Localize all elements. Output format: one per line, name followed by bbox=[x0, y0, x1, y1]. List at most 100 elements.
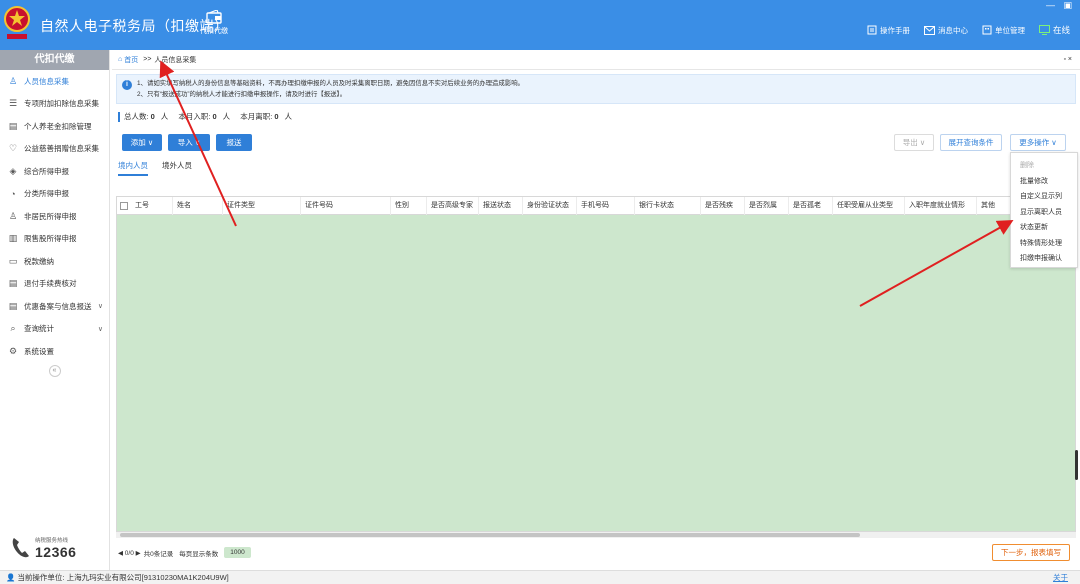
page-size-select[interactable]: 1000 bbox=[224, 547, 251, 558]
window-controls: — ▣ bbox=[1040, 0, 1072, 11]
list-icon: ☰ bbox=[8, 98, 18, 109]
column-header[interactable]: 报送状态 bbox=[479, 196, 523, 215]
column-header[interactable]: 手机号码 bbox=[577, 196, 635, 215]
chevron-down-icon: ∨ bbox=[194, 138, 201, 147]
chevron-down-icon: ∨ bbox=[1051, 138, 1057, 147]
wallet-icon bbox=[206, 10, 222, 24]
online-status[interactable]: 在线 bbox=[1038, 24, 1070, 36]
layers-icon: ◈ bbox=[9, 165, 17, 176]
chevron-down-icon: ∨ bbox=[97, 303, 103, 311]
sidebar-item[interactable]: ▥ 限售股所得申报 bbox=[0, 228, 109, 251]
sidebar-item[interactable]: ☰ 专项附加扣除信息采集 bbox=[0, 93, 109, 116]
table-header: 工号 姓名 证件类型 证件号码 性别 是否高级专家 报送状态 身份验证状态 手机号码 银行卡状态是… bbox=[117, 196, 1075, 215]
sidebar-item[interactable]: ♡ 公益慈善捐赠信息采集 bbox=[0, 138, 109, 161]
column-header[interactable]: 入职年度就业情形 bbox=[905, 196, 977, 215]
menu-item[interactable]: 删除 bbox=[1011, 158, 1077, 174]
sidebar-item[interactable]: ◈ 综合所得申报 bbox=[0, 160, 109, 183]
notice-box: i 1、请如实填写纳税人的身份信息等基础资料，不再办理扣缴申报的人员及时采集离职… bbox=[116, 74, 1076, 104]
more-actions-button[interactable]: 更多操作 ∨ bbox=[1010, 134, 1066, 151]
column-header[interactable]: 证件类型 bbox=[223, 196, 301, 215]
menu-item[interactable]: 扣缴申报确认 bbox=[1011, 251, 1077, 267]
chevron-down-icon: ∨ bbox=[147, 138, 154, 147]
menu-item[interactable]: 特殊情形处理 bbox=[1011, 236, 1077, 252]
pager-nav[interactable]: ◀ 0/0 ▶ bbox=[118, 549, 141, 557]
sidebar-item[interactable]: ▤ 优惠备案与信息报送 ∨ bbox=[0, 295, 109, 318]
sidebar-item[interactable]: ▭ 税款缴纳 bbox=[0, 250, 109, 273]
column-header[interactable]: 姓名 bbox=[173, 196, 223, 215]
chevron-down-icon: ∨ bbox=[97, 325, 103, 333]
sidebar-item-label: 人员信息采集 bbox=[24, 76, 69, 86]
column-header[interactable]: 银行卡状态 bbox=[635, 196, 701, 215]
person-tabs: 境内人员 境外人员 bbox=[118, 160, 206, 176]
user-icon: 👤 bbox=[6, 573, 16, 582]
horizontal-scrollbar[interactable] bbox=[116, 532, 1076, 538]
sidebar-item-label: 退付手续费核对 bbox=[24, 279, 77, 289]
expand-query-button[interactable]: 展开查询条件 bbox=[940, 134, 1002, 151]
sidebar-item[interactable]: ▤ 个人养老金扣除管理 bbox=[0, 115, 109, 138]
add-button[interactable]: 添加 ∨ bbox=[122, 134, 162, 151]
column-header[interactable]: 任职受雇从业类型 bbox=[833, 196, 905, 215]
total-count: 0 bbox=[150, 112, 155, 121]
hotline: 纳税服务热线 12366 bbox=[10, 536, 76, 560]
doc-icon: ▤ bbox=[8, 300, 18, 311]
column-header[interactable]: 身份验证状态 bbox=[523, 196, 577, 215]
hotline-phone-icon bbox=[12, 538, 29, 558]
menu-item[interactable]: 显示离职人员 bbox=[1011, 205, 1077, 221]
unit-management-link[interactable]: 单位管理 bbox=[982, 25, 1025, 36]
person-icon: ♙ bbox=[8, 210, 18, 221]
sidebar: 代扣代缴 ♙ 人员信息采集 ☰ 专项附加扣除信息采集 ▤ 个人养老金扣除管理 ♡ 公益慈善捐赠… bbox=[0, 50, 110, 570]
company-name: 上海九玛实业有限公司[91310230MA1K204U9W] bbox=[66, 573, 229, 582]
column-header[interactable]: 证件号码 bbox=[301, 196, 391, 215]
submit-button[interactable]: 报送 bbox=[216, 134, 252, 151]
restore-button[interactable]: ▣ bbox=[1063, 0, 1072, 10]
minimize-button[interactable]: — bbox=[1046, 0, 1055, 10]
select-all-checkbox[interactable] bbox=[117, 201, 131, 210]
pie-icon: ◔ bbox=[10, 188, 16, 199]
menu-item[interactable]: 批量修改 bbox=[1011, 174, 1077, 190]
person-icon: ♙ bbox=[8, 75, 18, 86]
sidebar-item[interactable]: ⌕ 查询统计 ∨ bbox=[0, 318, 109, 341]
column-header[interactable]: 是否孤老 bbox=[789, 196, 833, 215]
vertical-scroll-indicator[interactable] bbox=[1075, 450, 1078, 480]
menu-item[interactable]: 自定义显示列 bbox=[1011, 189, 1077, 205]
sidebar-item-label: 个人养老金扣除管理 bbox=[24, 121, 92, 131]
sidebar-item[interactable]: ▤ 退付手续费核对 bbox=[0, 273, 109, 296]
tab-overseas[interactable]: 境外人员 bbox=[162, 160, 192, 176]
sidebar-item-label: 优惠备案与信息报送 bbox=[24, 301, 92, 311]
sidebar-item-label: 非居民所得申报 bbox=[24, 211, 77, 221]
main-content: ⌂ 首页 >> 人员信息采集 ▫ × i 1、请如实填写纳税人的身份信息等基础资… bbox=[112, 50, 1080, 570]
message-center-link[interactable]: 消息中心 bbox=[923, 25, 968, 36]
sidebar-item-label: 系统设置 bbox=[24, 346, 54, 356]
column-header[interactable]: 是否残疾 bbox=[701, 196, 745, 215]
column-header[interactable]: 工号 bbox=[131, 196, 173, 215]
breadcrumb-home[interactable]: 首页 bbox=[124, 55, 138, 65]
column-header[interactable]: 是否烈属 bbox=[745, 196, 789, 215]
nav-tab-label: 代扣代缴 bbox=[200, 28, 228, 35]
nav-tab-withholding[interactable]: 代扣代缴 bbox=[194, 6, 234, 48]
tab-domestic[interactable]: 境内人员 bbox=[118, 160, 148, 176]
breadcrumb-current: 人员信息采集 bbox=[154, 56, 197, 64]
column-header[interactable]: 是否高级专家 bbox=[427, 196, 479, 215]
table-columns: 工号 姓名 证件类型 证件号码 性别 是否高级专家 报送状态 身份验证状态 手机号码 银行卡状态是… bbox=[131, 196, 1017, 215]
sidebar-item[interactable]: ♙ 人员信息采集 bbox=[0, 70, 109, 93]
collapse-sidebar-button[interactable]: « bbox=[48, 364, 61, 377]
hotline-number: 12366 bbox=[35, 544, 77, 560]
sidebar-item[interactable]: ◔ 分类所得申报 bbox=[0, 183, 109, 206]
sidebar-item[interactable]: ⚙ 系统设置 bbox=[0, 340, 109, 363]
sidebar-item[interactable]: ♙ 非居民所得申报 bbox=[0, 205, 109, 228]
menu-item[interactable]: 状态更新 bbox=[1011, 220, 1077, 236]
export-button[interactable]: 导出 ∨ bbox=[894, 134, 934, 151]
record-count: 共0条记录 bbox=[143, 550, 174, 558]
sidebar-item-label: 分类所得申报 bbox=[24, 189, 69, 199]
chevron-down-icon: ∨ bbox=[919, 138, 926, 147]
scrollbar-thumb[interactable] bbox=[120, 533, 860, 537]
about-link[interactable]: 关于 bbox=[1053, 571, 1068, 584]
column-header[interactable]: 性别 bbox=[391, 196, 427, 215]
manual-link[interactable]: 操作手册 bbox=[867, 25, 910, 36]
info-icon: i bbox=[122, 80, 132, 90]
import-button[interactable]: 导入 ∨ bbox=[168, 134, 210, 151]
close-tab-button[interactable]: ▫ × bbox=[1063, 56, 1072, 63]
status-bar: 👤 当前操作单位: 上海九玛实业有限公司[91310230MA1K204U9W]… bbox=[0, 570, 1080, 584]
next-step-button[interactable]: 下一步，报表填写 bbox=[992, 544, 1070, 561]
sidebar-header: 代扣代缴 bbox=[0, 50, 109, 70]
